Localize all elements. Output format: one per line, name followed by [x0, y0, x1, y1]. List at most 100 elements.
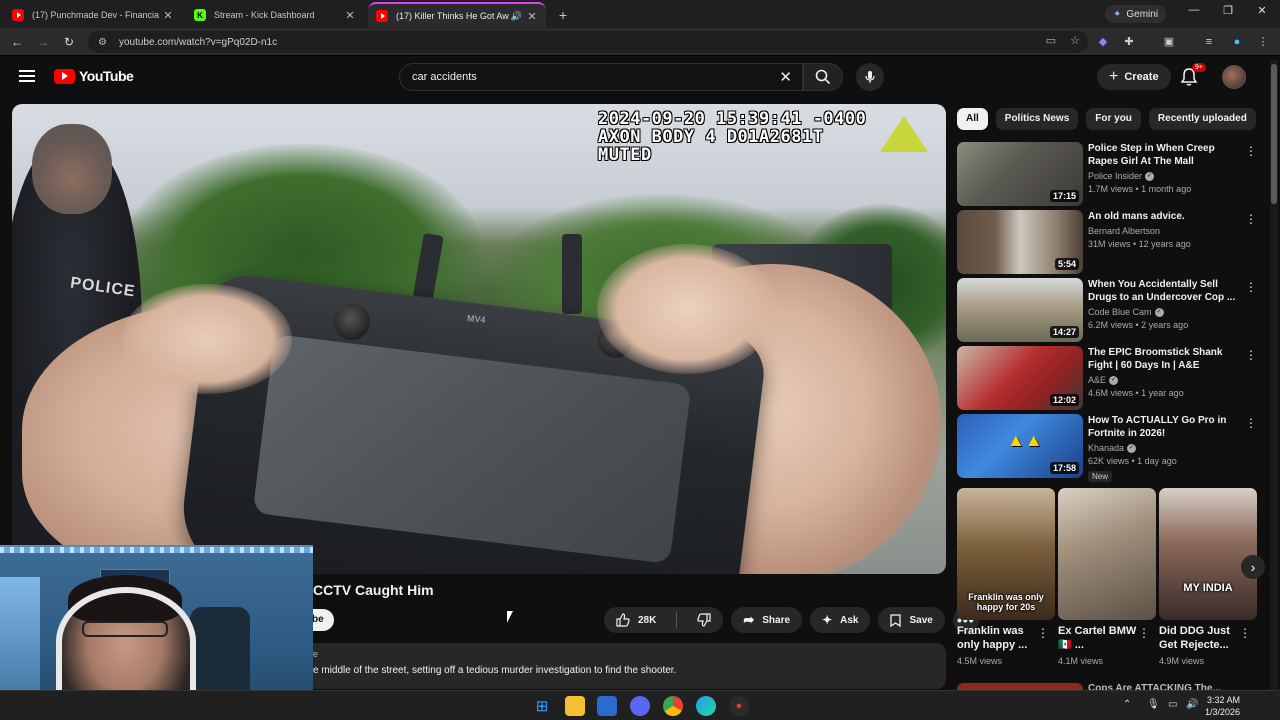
new-tab-button[interactable]: + [552, 4, 574, 26]
short-title[interactable]: Did DDG Just Get Rejecte... [1159, 624, 1239, 652]
discord-icon[interactable] [630, 696, 650, 716]
share-button[interactable]: ➦ Share [731, 607, 803, 633]
channel-name[interactable]: Code Blue Cam [1088, 307, 1152, 317]
search-input[interactable]: car accidents ✕ [399, 63, 803, 91]
window-close-button[interactable]: ✕ [1252, 4, 1272, 17]
channel-name[interactable]: Bernard Albertson [1088, 226, 1160, 236]
more-vertical-icon[interactable]: ⋮ [1037, 626, 1049, 640]
app-icon[interactable]: ● [729, 696, 749, 716]
volume-icon[interactable]: 🔊 [1186, 699, 1198, 710]
network-icon[interactable]: ▭ [1168, 699, 1177, 710]
dislike-button[interactable] [685, 607, 723, 633]
reload-button[interactable]: ↻ [60, 33, 78, 51]
voice-search-button[interactable] [856, 63, 884, 91]
video-thumbnail[interactable]: 12:02 [957, 346, 1083, 410]
bookmark-star-icon[interactable]: ☆ [1070, 34, 1080, 47]
site-settings-icon[interactable]: ⚙ [98, 37, 107, 48]
short-thumbnail[interactable]: Franklin was only happy for 20s [957, 488, 1055, 620]
close-icon[interactable]: ✕ [344, 9, 356, 22]
back-button[interactable]: ← [8, 33, 26, 51]
short-title[interactable]: Franklin was only happy ... [957, 624, 1037, 652]
split-view-icon[interactable]: ▣ [1160, 33, 1178, 51]
duration-badge: 17:58 [1049, 462, 1079, 474]
system-clock[interactable]: 3:32 AM 1/3/2026 [1205, 694, 1240, 718]
video-description[interactable]: e e middle of the street, setting off a … [313, 643, 946, 689]
avatar[interactable] [1222, 65, 1246, 89]
more-vertical-icon[interactable]: ⋮ [1245, 416, 1257, 430]
list-item[interactable]: ▲▲ 17:58 How To ACTUALLY Go Pro in Fortn… [957, 414, 1257, 482]
video-title[interactable]: An old mans advice. [1088, 210, 1238, 223]
restore-button[interactable]: ❐ [1218, 4, 1238, 17]
short-title[interactable]: Ex Cartel BMW 🇲🇽 ... [1058, 624, 1138, 652]
file-explorer-icon[interactable] [565, 696, 585, 716]
minimize-button[interactable]: — [1184, 4, 1204, 16]
menu-icon[interactable] [19, 70, 35, 82]
video-title[interactable]: The EPIC Broomstick Shank Fight | 60 Day… [1088, 346, 1238, 372]
more-vertical-icon[interactable]: ⋮ [1245, 348, 1257, 362]
browser-tab-3[interactable]: (17) Killer Thinks He Got Aw 🔊 ✕ [368, 2, 546, 28]
list-item[interactable]: 14:27 When You Accidentally Sell Drugs t… [957, 278, 1257, 342]
more-vertical-icon[interactable]: ⋮ [1245, 212, 1257, 226]
browser-toolbar: ← → ↻ ⚙ youtube.com/watch?v=gPq02D-n1c ▭… [0, 28, 1280, 56]
speaker-icon[interactable]: 🔊 [511, 11, 522, 22]
clear-search-icon[interactable]: ✕ [779, 68, 792, 86]
profile-icon[interactable]: ● [1228, 33, 1246, 51]
chevron-right-icon[interactable]: › [1241, 555, 1265, 579]
video-title[interactable]: When You Accidentally Sell Drugs to an U… [1088, 278, 1238, 304]
browser-tab-2[interactable]: K Stream - Kick Dashboard ✕ [186, 2, 364, 28]
short-thumbnail[interactable]: MY INDIA [1159, 488, 1257, 620]
channel-name[interactable]: Police Insider [1088, 171, 1142, 181]
store-icon[interactable] [597, 696, 617, 716]
close-icon[interactable]: ✕ [526, 10, 538, 23]
chip-all[interactable]: All [957, 108, 988, 130]
save-button[interactable]: Save [878, 607, 945, 633]
gemini-button[interactable]: ✦ Gemini [1105, 5, 1167, 23]
video-thumbnail[interactable]: 14:27 [957, 278, 1083, 342]
channel-name[interactable]: A&E [1088, 375, 1106, 385]
chrome-icon[interactable] [663, 696, 683, 716]
youtube-logo[interactable]: YouTube [54, 68, 134, 84]
more-vertical-icon[interactable]: ⋮ [1239, 626, 1251, 640]
more-vertical-icon[interactable]: ⋮ [1138, 626, 1150, 640]
more-vertical-icon[interactable]: ⋮ [1245, 144, 1257, 158]
video-thumbnail[interactable]: ▲▲ 17:58 [957, 414, 1083, 478]
list-item[interactable]: 17:15 Police Step in When Creep Rapes Gi… [957, 142, 1257, 206]
browser-tab-1[interactable]: (17) Punchmade Dev - Financia ✕ [4, 2, 182, 28]
search-button[interactable] [803, 63, 843, 91]
search-icon [815, 69, 831, 85]
short-views: 4.9M views [1159, 656, 1205, 666]
short-thumbnail[interactable] [1058, 488, 1156, 620]
forward-button[interactable]: → [34, 33, 52, 51]
scrollbar-thumb[interactable] [1271, 64, 1277, 204]
close-icon[interactable]: ✕ [162, 9, 174, 22]
chip-recently-uploaded[interactable]: Recently uploaded [1148, 108, 1256, 130]
ask-button[interactable]: ✦ Ask [810, 607, 871, 633]
video-title[interactable]: Police Step in When Creep Rapes Girl At … [1088, 142, 1238, 168]
cast-icon[interactable]: ▭ [1046, 34, 1056, 47]
page-scrollbar[interactable] [1270, 60, 1278, 690]
edge-icon[interactable] [696, 696, 716, 716]
video-player[interactable]: POLICE MV4 2024-09-20 15:39:41 -0400 AXO… [12, 104, 946, 574]
controller-joystick [334, 304, 370, 340]
windows-start-icon[interactable]: ⊞ [532, 696, 552, 716]
video-thumbnail[interactable]: 17:15 [957, 142, 1083, 206]
browser-menu-icon[interactable]: ⋮ [1254, 33, 1272, 51]
extensions-puzzle-icon[interactable]: ✚ [1120, 33, 1138, 51]
view-count: 6.2M views • 2 years ago [1088, 320, 1189, 330]
media-controls-icon[interactable]: ≡ [1200, 33, 1218, 51]
more-vertical-icon[interactable]: ⋮ [1245, 280, 1257, 294]
address-bar[interactable]: ⚙ youtube.com/watch?v=gPq02D-n1c ▭ ☆ [88, 31, 1088, 53]
chip-for-you[interactable]: For you [1086, 108, 1141, 130]
create-button[interactable]: + Create [1097, 64, 1171, 90]
microphone-icon[interactable]: 🎙 [1147, 699, 1160, 710]
like-button[interactable]: 28K [604, 607, 668, 633]
video-title[interactable]: How To ACTUALLY Go Pro in Fortnite in 20… [1088, 414, 1238, 440]
extension-icon[interactable]: ◆ [1094, 33, 1112, 51]
chip-politics-news[interactable]: Politics News [995, 108, 1079, 130]
list-item[interactable]: 12:02 The EPIC Broomstick Shank Fight | … [957, 346, 1257, 410]
notifications-button[interactable]: 9+ [1180, 63, 1206, 89]
chevron-up-icon[interactable]: ⌃ [1123, 699, 1131, 710]
list-item[interactable]: 5:54 An old mans advice. Bernard Alberts… [957, 210, 1257, 274]
channel-name[interactable]: Khanada [1088, 443, 1124, 453]
video-thumbnail[interactable]: 5:54 [957, 210, 1083, 274]
